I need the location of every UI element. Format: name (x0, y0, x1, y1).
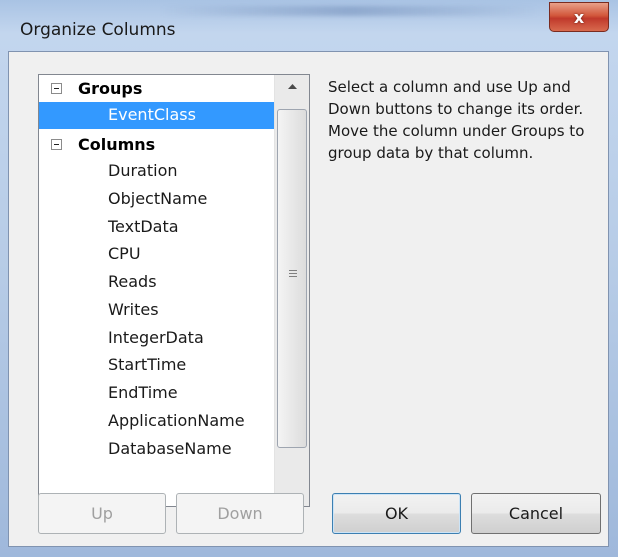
instructions-text: Select a column and use Up and Down butt… (328, 78, 585, 162)
up-button[interactable]: Up (38, 493, 166, 534)
scroll-up-button[interactable] (275, 75, 309, 97)
down-button[interactable]: Down (176, 493, 304, 534)
close-icon: x (573, 7, 585, 27)
frame-glass-blur (160, 6, 540, 16)
tree-item-label: CPU (108, 244, 141, 263)
tree-node-columns[interactable]: Columns (39, 131, 274, 157)
tree-item-eventclass[interactable]: EventClass (39, 102, 274, 129)
window-title: Organize Columns (20, 20, 176, 40)
dialog-client-area: Groups EventClass Columns Duration Objec… (8, 51, 609, 547)
tree-item-endtime[interactable]: EndTime (39, 380, 274, 407)
cancel-button[interactable]: Cancel (471, 493, 601, 534)
vertical-scrollbar[interactable] (274, 75, 309, 506)
collapse-icon[interactable] (51, 138, 62, 150)
tree-item-label: DatabaseName (108, 439, 232, 458)
tree-item-reads[interactable]: Reads (39, 269, 274, 296)
group-label-groups: Groups (78, 78, 143, 98)
tree-item-label: ObjectName (108, 189, 208, 208)
grip-icon (289, 270, 297, 279)
tree-item-label: TextData (108, 217, 179, 236)
columns-tree[interactable]: Groups EventClass Columns Duration Objec… (38, 74, 310, 507)
collapse-icon[interactable] (51, 82, 62, 94)
tree-item-label: ApplicationName (108, 411, 245, 430)
tree-item-duration[interactable]: Duration (39, 158, 274, 185)
tree-node-groups[interactable]: Groups (39, 75, 274, 101)
tree-item-label: Writes (108, 300, 159, 319)
arrow-up-icon (287, 83, 297, 89)
tree-item-starttime[interactable]: StartTime (39, 352, 274, 379)
tree-item-label: EndTime (108, 383, 178, 402)
close-button[interactable]: x (549, 2, 609, 32)
tree-item-textdata[interactable]: TextData (39, 214, 274, 241)
ok-button[interactable]: OK (332, 493, 461, 534)
tree-item-label: EventClass (108, 105, 196, 124)
tree-item-objectname[interactable]: ObjectName (39, 186, 274, 213)
tree-item-applicationname[interactable]: ApplicationName (39, 408, 274, 435)
tree-content: Groups EventClass Columns Duration Objec… (39, 75, 274, 506)
tree-item-writes[interactable]: Writes (39, 297, 274, 324)
tree-item-label: IntegerData (108, 328, 204, 347)
scroll-thumb[interactable] (277, 109, 307, 448)
tree-item-label: Duration (108, 161, 178, 180)
group-label-columns: Columns (78, 134, 156, 154)
window-frame: Organize Columns x Groups EventClass Col… (0, 0, 618, 557)
tree-item-label: Reads (108, 272, 157, 291)
tree-item-cpu[interactable]: CPU (39, 241, 274, 268)
tree-item-label: StartTime (108, 355, 187, 374)
tree-item-databasename[interactable]: DatabaseName (39, 436, 274, 463)
tree-item-integerdata[interactable]: IntegerData (39, 325, 274, 352)
